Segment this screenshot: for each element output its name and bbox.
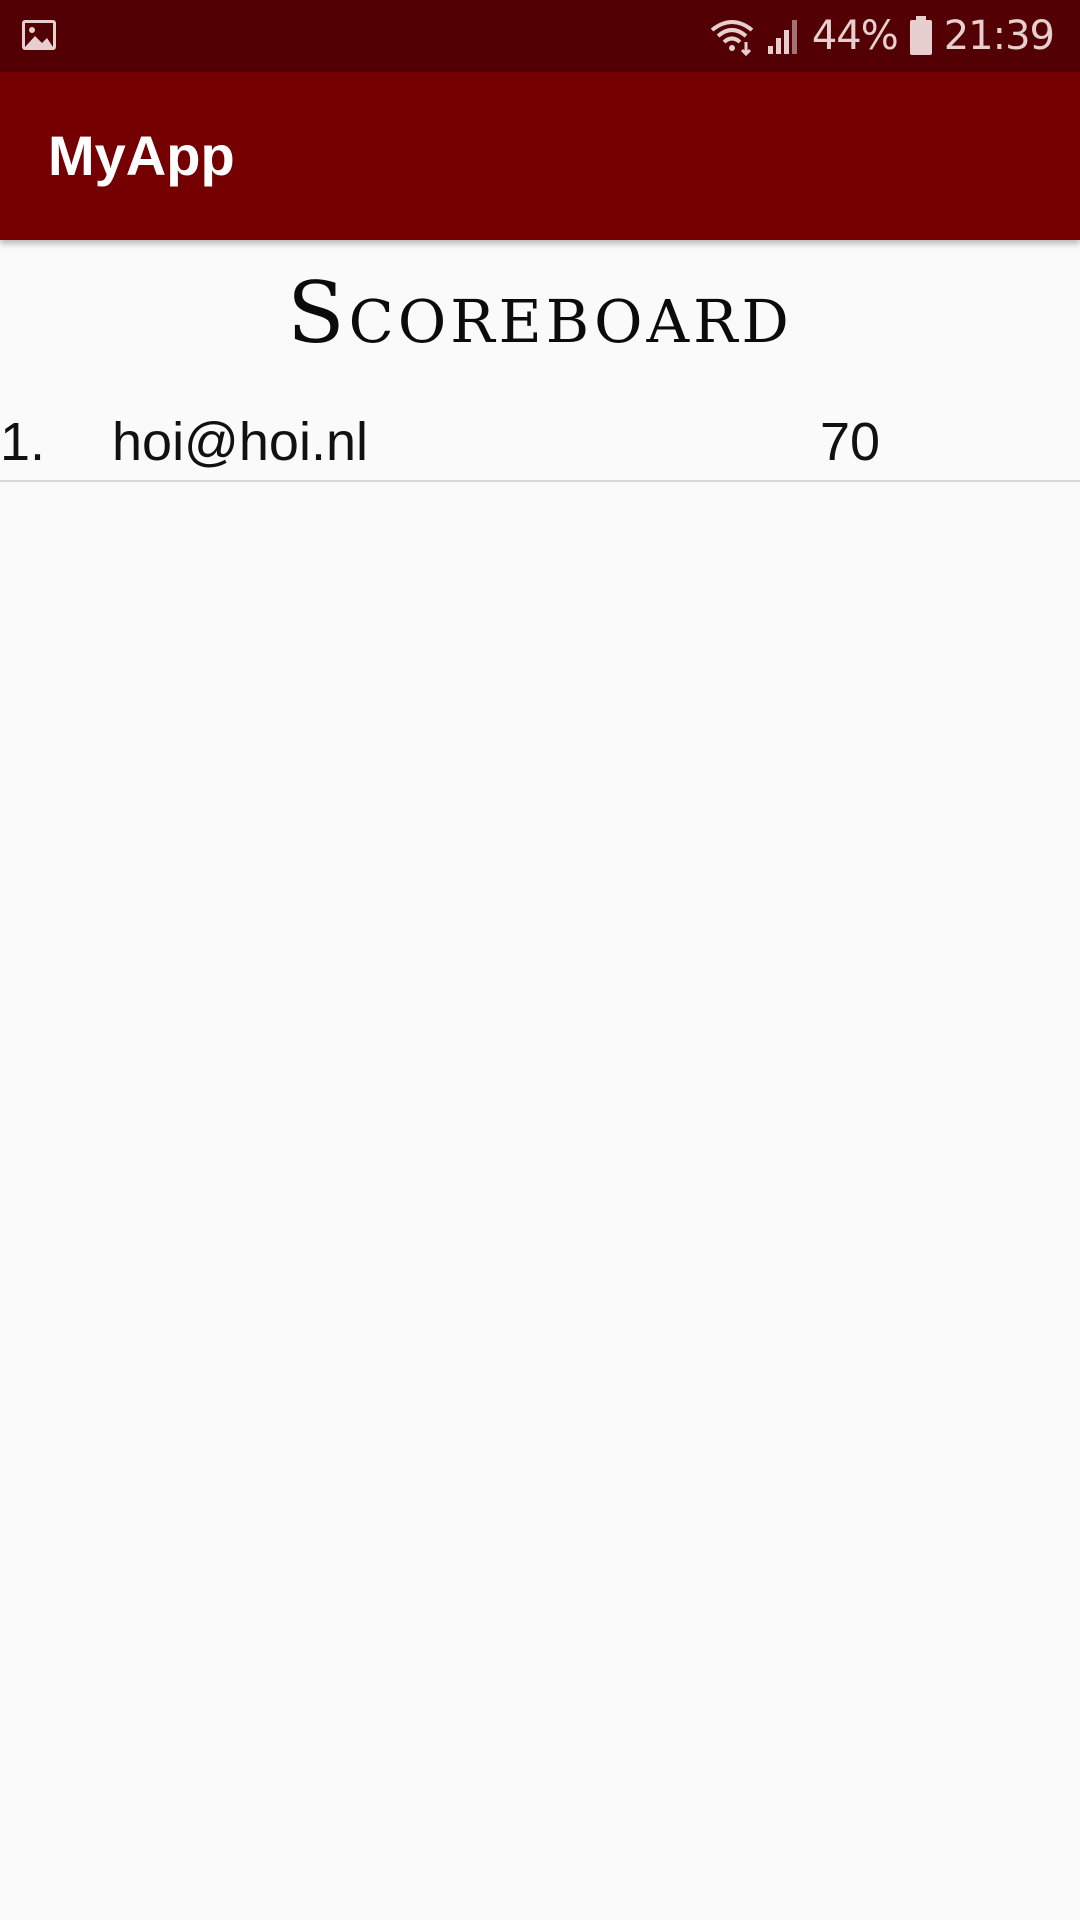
clock: 21:39 bbox=[943, 13, 1055, 59]
score-rank: 1. bbox=[0, 412, 46, 472]
app-bar: MyApp bbox=[0, 72, 1080, 240]
score-list: 1. hoi@hoi.nl 70 bbox=[0, 400, 1080, 482]
score-value: 70 bbox=[820, 412, 881, 472]
battery-icon bbox=[908, 15, 934, 57]
image-icon bbox=[20, 16, 60, 56]
page-title: Scoreboard bbox=[287, 264, 793, 362]
signal-icon bbox=[766, 16, 802, 56]
score-row[interactable]: 1. hoi@hoi.nl 70 bbox=[0, 400, 1080, 482]
battery-percent: 44% bbox=[811, 13, 899, 59]
app-title: MyApp bbox=[48, 124, 235, 187]
status-indicators: 44% 21:39 bbox=[708, 0, 1055, 72]
wifi-icon bbox=[708, 16, 756, 56]
status-bar: 44% 21:39 bbox=[0, 0, 1080, 72]
screen: 44% 21:39 MyApp Scoreboard 1. hoi@hoi.nl… bbox=[0, 0, 1080, 1920]
score-email: hoi@hoi.nl bbox=[112, 412, 368, 472]
